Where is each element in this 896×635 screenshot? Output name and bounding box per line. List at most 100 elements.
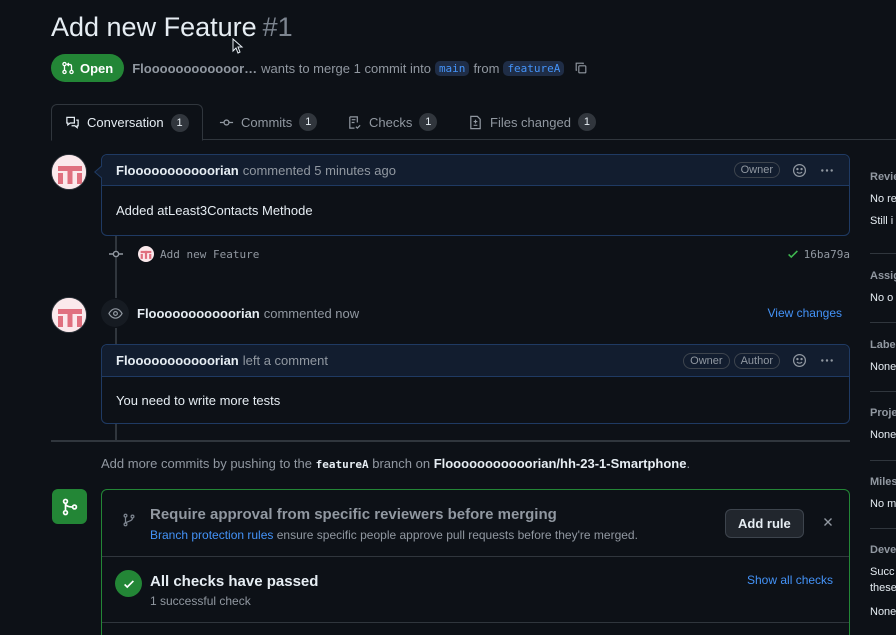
sidebar-reviewers[interactable]: Revie No re Still i — [870, 171, 896, 227]
sidebar-value: No m — [870, 498, 896, 510]
hint-text-b: branch on — [372, 456, 431, 471]
hint-text-c: . — [686, 456, 691, 471]
sidebar-divider — [870, 253, 896, 254]
tab-label: Conversation — [87, 115, 164, 130]
tab-counter: 1 — [170, 113, 189, 132]
kebab-horizontal-icon[interactable] — [819, 353, 835, 368]
copy-icon[interactable] — [574, 61, 588, 75]
comment-author[interactable]: Flooooooooooorian — [116, 163, 239, 178]
sidebar-value: None — [870, 606, 896, 618]
timeline-line — [115, 328, 117, 344]
commit-avatar — [138, 246, 154, 262]
comment-header: Flooooooooooorian left a comment Owner A… — [102, 345, 849, 377]
close-icon[interactable] — [821, 515, 835, 529]
tab-files-changed[interactable]: Files changed 1 — [468, 104, 596, 140]
tab-commits[interactable]: Commits 1 — [219, 104, 318, 140]
checks-row: All checks have passed 1 successful chec… — [102, 557, 849, 623]
smiley-icon[interactable] — [792, 353, 807, 368]
review-author[interactable]: Flooooooooooorian — [137, 306, 260, 321]
comment-header: Flooooooooooorian commented 5 minutes ag… — [102, 155, 849, 186]
sidebar-milestone[interactable]: Miles No m — [870, 476, 896, 510]
comment-action: left a comment — [242, 353, 329, 368]
base-branch[interactable]: main — [434, 60, 470, 76]
sidebar-value: No o — [870, 292, 894, 304]
sidebar-heading: Deve — [870, 544, 896, 556]
sidebar-divider — [870, 460, 896, 461]
review-event: Flooooooooooorian commented now View cha… — [101, 298, 850, 328]
sidebar-heading: Proje — [870, 407, 896, 419]
sidebar-heading: Assig — [870, 270, 896, 282]
comment-action[interactable]: commented 5 minutes ago — [243, 163, 396, 178]
rule-text: ensure specific people approve pull requ… — [276, 528, 638, 542]
review-comment-card: Flooooooooooorian left a comment Owner A… — [101, 344, 850, 424]
tab-checks[interactable]: Checks 1 — [347, 104, 438, 140]
pr-sidebar: Revie No re Still i Assig No o Labe None… — [870, 160, 896, 635]
pr-meta: Open Floooooooooooor… wants to merge 1 c… — [51, 54, 588, 82]
pr-tabs: Conversation 1 Commits 1 Checks 1 Files … — [51, 104, 896, 141]
comment-discussion-icon — [66, 116, 79, 129]
rule-subtitle: Branch protection rules ensure specific … — [150, 528, 638, 542]
timeline-line — [115, 424, 117, 440]
tab-label: Commits — [241, 114, 293, 130]
sidebar-projects[interactable]: Proje None — [870, 407, 896, 441]
add-rule-button[interactable]: Add rule — [725, 509, 804, 538]
eye-icon — [101, 299, 129, 327]
comment-author[interactable]: Flooooooooooorian — [116, 353, 239, 368]
sidebar-development[interactable]: Deve Succ these None — [870, 544, 896, 618]
avatar[interactable] — [51, 154, 87, 190]
commit-sha[interactable]: 16ba79a — [804, 248, 850, 261]
tab-label: Files changed — [490, 114, 571, 130]
push-hint: Add more commits by pushing to the featu… — [101, 456, 690, 471]
smiley-icon[interactable] — [792, 163, 807, 178]
sidebar-divider — [870, 322, 896, 323]
comment-card: Flooooooooooorian commented 5 minutes ag… — [94, 154, 850, 236]
checklist-icon — [349, 115, 361, 129]
owner-badge: Owner — [683, 352, 730, 369]
show-all-checks-link[interactable]: Show all checks — [747, 573, 833, 587]
pr-author-link[interactable]: Floooooooooooor… — [132, 61, 257, 76]
pr-title-text: Add new Feature — [51, 12, 257, 42]
sidebar-value: Succ — [870, 566, 895, 578]
state-label: Open — [80, 60, 114, 76]
kebab-horizontal-icon[interactable] — [819, 163, 835, 178]
pr-title: Add new Feature #1 — [51, 12, 293, 43]
mouse-cursor-icon — [232, 38, 244, 54]
avatar[interactable] — [51, 297, 87, 333]
tab-conversation[interactable]: Conversation 1 — [51, 104, 203, 141]
sidebar-assignees[interactable]: Assig No o — [870, 270, 896, 304]
sidebar-value: these — [870, 582, 896, 594]
sidebar-value: None — [870, 361, 896, 373]
branch-protection-link[interactable]: Branch protection rules — [150, 528, 273, 542]
comment-body: Added atLeast3Contacts Methode — [116, 202, 313, 218]
merge-box: Require approval from specific reviewers… — [101, 489, 850, 635]
commit-event: Add new Feature 16ba79a — [108, 243, 850, 265]
git-commit-icon — [108, 246, 124, 262]
view-changes-link[interactable]: View changes — [768, 306, 843, 320]
sidebar-heading: Labe — [870, 339, 896, 351]
sidebar-divider — [870, 391, 896, 392]
rule-title: Require approval from specific reviewers… — [150, 506, 557, 523]
tab-label: Checks — [369, 114, 413, 130]
owner-badge: Owner — [733, 162, 780, 178]
sidebar-value: Still i — [870, 215, 894, 227]
checks-title: All checks have passed — [150, 573, 319, 590]
sidebar-divider — [870, 528, 896, 529]
hint-repo-link[interactable]: Flooooooooooorian/hh-23-1-Smartphone — [434, 456, 687, 471]
git-merge-icon — [52, 489, 87, 524]
commit-message[interactable]: Add new Feature — [160, 248, 259, 261]
hint-branch: featureA — [315, 458, 369, 471]
sidebar-labels[interactable]: Labe None — [870, 339, 896, 373]
state-badge: Open — [51, 54, 125, 82]
file-diff-icon — [470, 115, 481, 129]
checks-subtitle: 1 successful check — [150, 594, 251, 608]
check-circle-icon — [115, 570, 142, 597]
sidebar-heading: Revie — [870, 171, 896, 183]
merge-text-a: wants to merge 1 commit into — [261, 60, 431, 76]
git-branch-icon — [115, 506, 143, 534]
author-badge: Author — [733, 352, 780, 369]
check-icon[interactable] — [786, 247, 800, 261]
review-action: commented now — [263, 305, 360, 321]
sidebar-value: No re — [870, 193, 896, 205]
head-branch[interactable]: featureA — [503, 60, 565, 76]
pull-request-icon — [62, 61, 74, 75]
